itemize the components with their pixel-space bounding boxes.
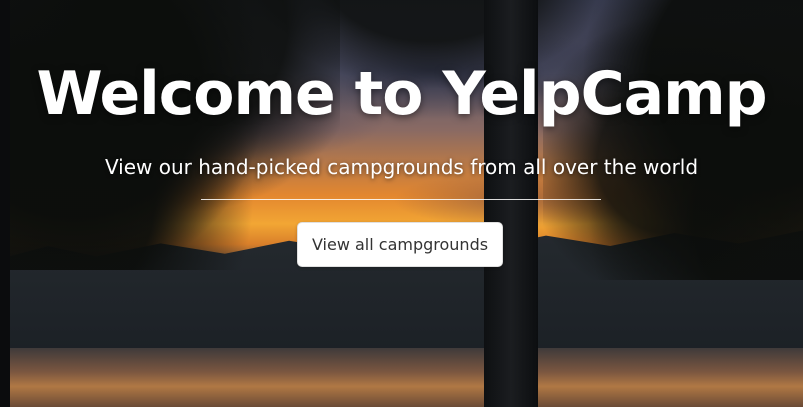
hero-section: Welcome to YelpCamp View our hand-picked… bbox=[0, 0, 803, 407]
divider bbox=[201, 199, 601, 200]
hero-content: Welcome to YelpCamp View our hand-picked… bbox=[0, 0, 803, 407]
hero-subtitle: View our hand-picked campgrounds from al… bbox=[104, 155, 699, 179]
view-all-campgrounds-button[interactable]: View all campgrounds bbox=[297, 222, 503, 267]
page-title: Welcome to YelpCamp bbox=[36, 59, 767, 129]
